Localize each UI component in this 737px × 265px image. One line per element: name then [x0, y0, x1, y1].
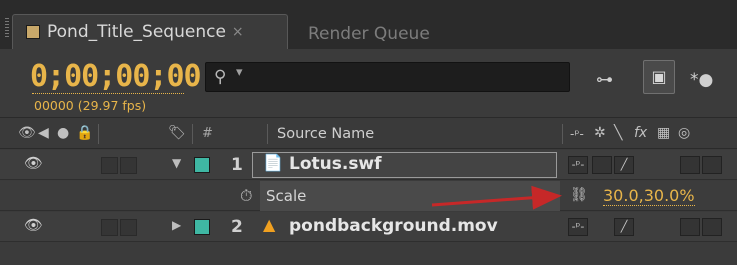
video-eye-icon[interactable]: 👁: [18, 125, 36, 141]
source-name-header[interactable]: Source Name: [277, 126, 374, 142]
shy-switch[interactable]: -ᵖ-: [568, 156, 588, 174]
eye-icon[interactable]: 👁: [24, 154, 43, 172]
comp-box-icon: ▣: [651, 67, 667, 86]
tab-composition-label: Pond_Title_Sequence: [47, 22, 226, 42]
layer-number-header[interactable]: #: [202, 126, 213, 141]
layer-row[interactable]: 👁 ▼ 1 📄 Lotus.swf -ᵖ- ╱: [0, 150, 737, 180]
chevron-down-icon[interactable]: ▼: [172, 156, 181, 170]
solo-switch[interactable]: [101, 157, 118, 174]
chevron-down-icon[interactable]: ▾: [236, 65, 243, 80]
label-color-swatch[interactable]: [194, 219, 210, 235]
tab-render-queue[interactable]: Render Queue: [308, 24, 430, 44]
composition-color-swatch: [26, 25, 40, 39]
eye-icon[interactable]: 👁: [24, 216, 43, 234]
search-input[interactable]: ⚲ ▾: [205, 62, 570, 92]
solo-dot-icon[interactable]: ●: [57, 125, 69, 141]
frame-blend-switch[interactable]: [680, 218, 700, 236]
collapse-switch[interactable]: [592, 156, 612, 174]
panel-grip[interactable]: [5, 18, 9, 38]
graph-editor-icon[interactable]: ⊶: [596, 70, 613, 90]
quality-icon[interactable]: ╲: [614, 125, 622, 141]
audio-speaker-icon[interactable]: ◀: [38, 125, 49, 141]
column-divider: [192, 124, 193, 144]
column-divider: [98, 124, 99, 144]
property-name: Scale: [266, 187, 307, 205]
column-divider: [267, 124, 268, 144]
quality-switch[interactable]: ╱: [614, 156, 634, 174]
chevron-right-icon[interactable]: ▶: [172, 218, 181, 232]
motion-blur-icon[interactable]: ◎: [678, 125, 690, 141]
comp-flowchart-button[interactable]: ▣: [643, 60, 675, 94]
frame-blend-switch[interactable]: [680, 156, 700, 174]
lock-switch[interactable]: [120, 157, 137, 174]
solo-switch[interactable]: [101, 219, 118, 236]
motion-blur-switch[interactable]: [702, 218, 722, 236]
vlc-cone-icon: ▲: [263, 215, 276, 234]
layer-name[interactable]: pondbackground.mov: [289, 216, 498, 236]
shy-switch[interactable]: -ᵖ-: [568, 218, 588, 236]
tab-bar: Pond_Title_Sequence × Render Queue: [0, 0, 737, 49]
layer-row[interactable]: 👁 ▶ 2 ▲ pondbackground.mov -ᵖ- ╱: [0, 212, 737, 242]
draft-3d-icon[interactable]: *●: [690, 70, 713, 90]
swf-file-icon: 📄: [263, 153, 283, 172]
layer-number: 1: [231, 155, 243, 175]
layer-name[interactable]: Lotus.swf: [289, 154, 382, 174]
layer-number: 2: [231, 217, 243, 237]
close-icon[interactable]: ×: [232, 24, 244, 40]
motion-blur-switch[interactable]: [702, 156, 722, 174]
effects-fx-icon[interactable]: fx: [634, 125, 647, 141]
collapse-transform-icon[interactable]: ✲: [594, 125, 606, 141]
chain-link-icon[interactable]: ⛓: [568, 187, 590, 205]
shy-icon[interactable]: -ᵖ-: [570, 127, 584, 141]
search-icon: ⚲: [214, 67, 227, 87]
quality-switch[interactable]: ╱: [614, 218, 634, 236]
frame-count-fps: 00000 (29.97 fps): [34, 98, 147, 113]
lock-icon[interactable]: 🔒: [76, 125, 93, 141]
column-divider: [562, 124, 563, 144]
label-color-swatch[interactable]: [194, 157, 210, 173]
current-time-display[interactable]: 0;00;00;00: [30, 60, 202, 94]
property-row[interactable]: ⏱ Scale ⛓ 30.0,30.0%: [0, 181, 737, 211]
scale-value[interactable]: 30.0,30.0%: [603, 186, 695, 206]
stopwatch-icon[interactable]: ⏱: [240, 186, 252, 206]
tab-composition[interactable]: Pond_Title_Sequence ×: [12, 14, 288, 49]
layer-column-header: 👁 ◀ ● 🔒 🏷 # Source Name -ᵖ- ✲ ╲ fx ▦ ◎: [0, 117, 737, 149]
label-tag-icon[interactable]: 🏷: [168, 125, 186, 141]
frame-blend-icon[interactable]: ▦: [657, 125, 670, 141]
scale-value-text[interactable]: 30.0,30.0%: [603, 186, 695, 206]
timecode-underline: [32, 93, 184, 94]
lock-switch[interactable]: [120, 219, 137, 236]
